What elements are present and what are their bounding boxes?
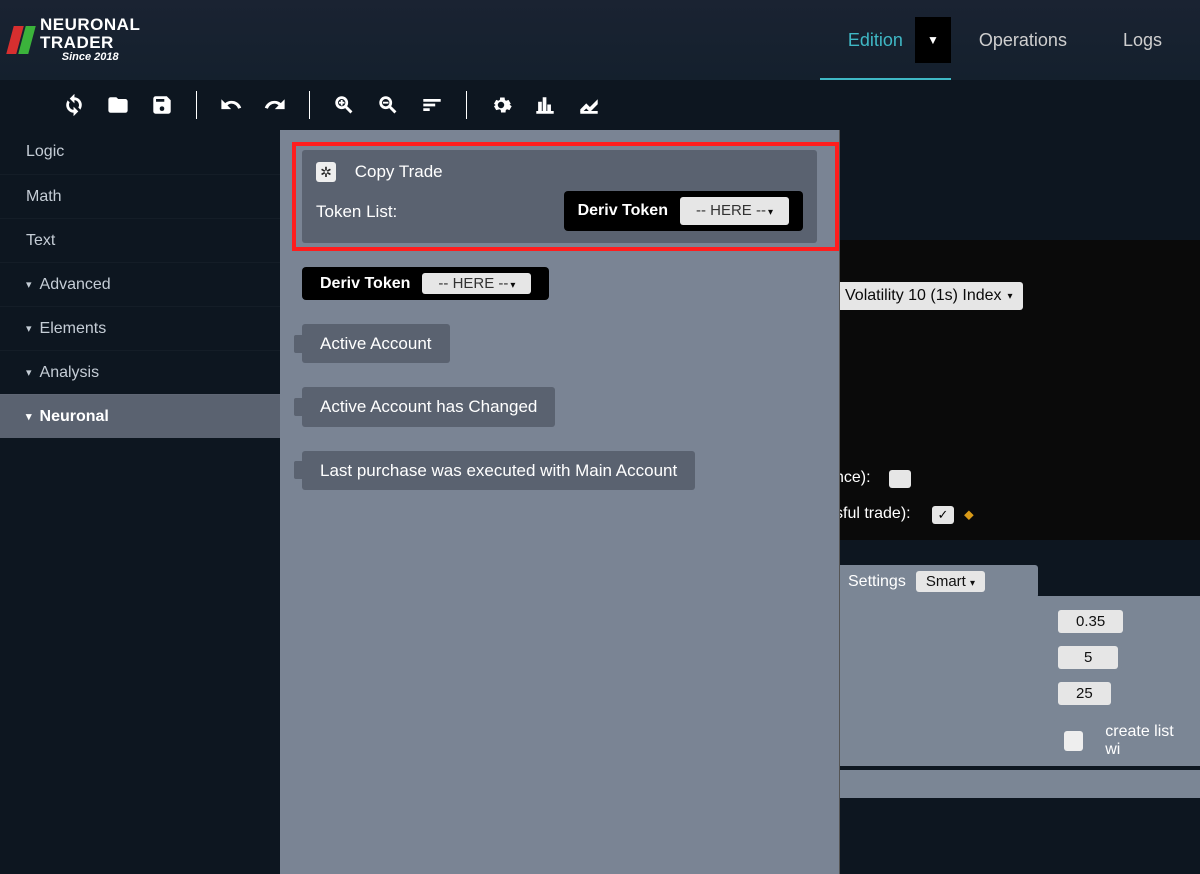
number-chip-2[interactable]: 5 bbox=[1054, 646, 1122, 670]
logo-line1: NEURONAL bbox=[40, 16, 140, 34]
gear-icon-2[interactable]: ✲ bbox=[1064, 731, 1083, 751]
block-active-account-changed[interactable]: Active Account has Changed bbox=[302, 387, 817, 426]
line-chart-icon[interactable] bbox=[575, 94, 603, 116]
app-header: NEURONAL TRADER Since 2018 Binary Tools … bbox=[0, 0, 1200, 80]
nav-logs[interactable]: Logs bbox=[1095, 0, 1190, 80]
logo-line2: TRADER bbox=[40, 34, 140, 52]
zoom-in-icon[interactable] bbox=[330, 94, 358, 116]
here-field-2[interactable]: -- HERE --▾ bbox=[422, 273, 531, 294]
nav-edition[interactable]: Edition ▼ bbox=[820, 0, 951, 80]
gear-icon[interactable]: ✲ bbox=[316, 162, 336, 182]
token-list-label: Token List: bbox=[316, 198, 397, 225]
zoom-out-icon[interactable] bbox=[374, 94, 402, 116]
block-bottom-strip[interactable] bbox=[835, 770, 1200, 798]
copy-trade-title: Copy Trade bbox=[355, 162, 443, 181]
logo-since: Since 2018 bbox=[40, 52, 140, 64]
frag-nce: nce): bbox=[835, 469, 871, 487]
sort-icon[interactable] bbox=[418, 94, 446, 116]
chevron-down-icon[interactable]: ▼ bbox=[915, 17, 951, 63]
bar-chart-icon[interactable] bbox=[531, 94, 559, 116]
sidebar-item-math[interactable]: Math bbox=[0, 174, 280, 218]
open-folder-icon[interactable] bbox=[104, 94, 132, 116]
checkbox-2[interactable]: ✓ bbox=[932, 506, 954, 524]
number-chip-3[interactable]: 25 bbox=[1054, 682, 1115, 706]
checkbox-1[interactable] bbox=[889, 470, 911, 488]
main-area: Logic Math Text Advanced Elements Analys… bbox=[0, 130, 1200, 874]
sidebar-item-logic[interactable]: Logic bbox=[0, 130, 280, 174]
sidebar-item-neuronal[interactable]: Neuronal bbox=[0, 394, 280, 438]
block-settings[interactable]: Settings Smart ▾ bbox=[834, 565, 1038, 598]
frag-sful: sful trade): bbox=[835, 505, 911, 523]
logo: NEURONAL TRADER Since 2018 bbox=[10, 16, 160, 63]
here-field[interactable]: -- HERE --▾ bbox=[680, 197, 789, 225]
smart-select[interactable]: Smart ▾ bbox=[916, 571, 985, 592]
workspace-canvas[interactable]: › ✲ Copy Trade Token List: Deriv Token bbox=[280, 130, 1200, 874]
settings-icon[interactable] bbox=[487, 94, 515, 116]
sidebar-item-elements[interactable]: Elements bbox=[0, 306, 280, 350]
warning-icon: ⬥ bbox=[964, 506, 974, 523]
block-last-purchase-main[interactable]: Last purchase was executed with Main Acc… bbox=[302, 451, 817, 490]
reset-icon[interactable] bbox=[60, 94, 88, 116]
main-nav: Edition ▼ Operations Logs bbox=[820, 0, 1190, 80]
blocks-sidebar: Logic Math Text Advanced Elements Analys… bbox=[0, 130, 280, 874]
block-create-list[interactable]: ✲ create list wi bbox=[1054, 718, 1200, 764]
sidebar-item-text[interactable]: Text bbox=[0, 218, 280, 262]
logo-icon bbox=[10, 26, 32, 54]
number-chip-1[interactable]: 0.35 bbox=[1054, 610, 1127, 634]
block-copy-trade[interactable]: ✲ Copy Trade Token List: Deriv Token -- … bbox=[302, 150, 817, 243]
sidebar-item-analysis[interactable]: Analysis bbox=[0, 350, 280, 394]
sidebar-item-advanced[interactable]: Advanced bbox=[0, 262, 280, 306]
logo-text: NEURONAL TRADER Since 2018 bbox=[40, 16, 140, 63]
block-active-account[interactable]: Active Account bbox=[302, 324, 817, 363]
volatility-select[interactable]: Volatility 10 (1s) Index▾ bbox=[835, 282, 1023, 310]
block-flyout: ✲ Copy Trade Token List: Deriv Token -- … bbox=[280, 130, 840, 874]
deriv-token-chip[interactable]: Deriv Token -- HERE --▾ bbox=[564, 191, 803, 231]
block-deriv-token[interactable]: Deriv Token -- HERE --▾ bbox=[302, 267, 817, 300]
nav-operations[interactable]: Operations bbox=[951, 0, 1095, 80]
